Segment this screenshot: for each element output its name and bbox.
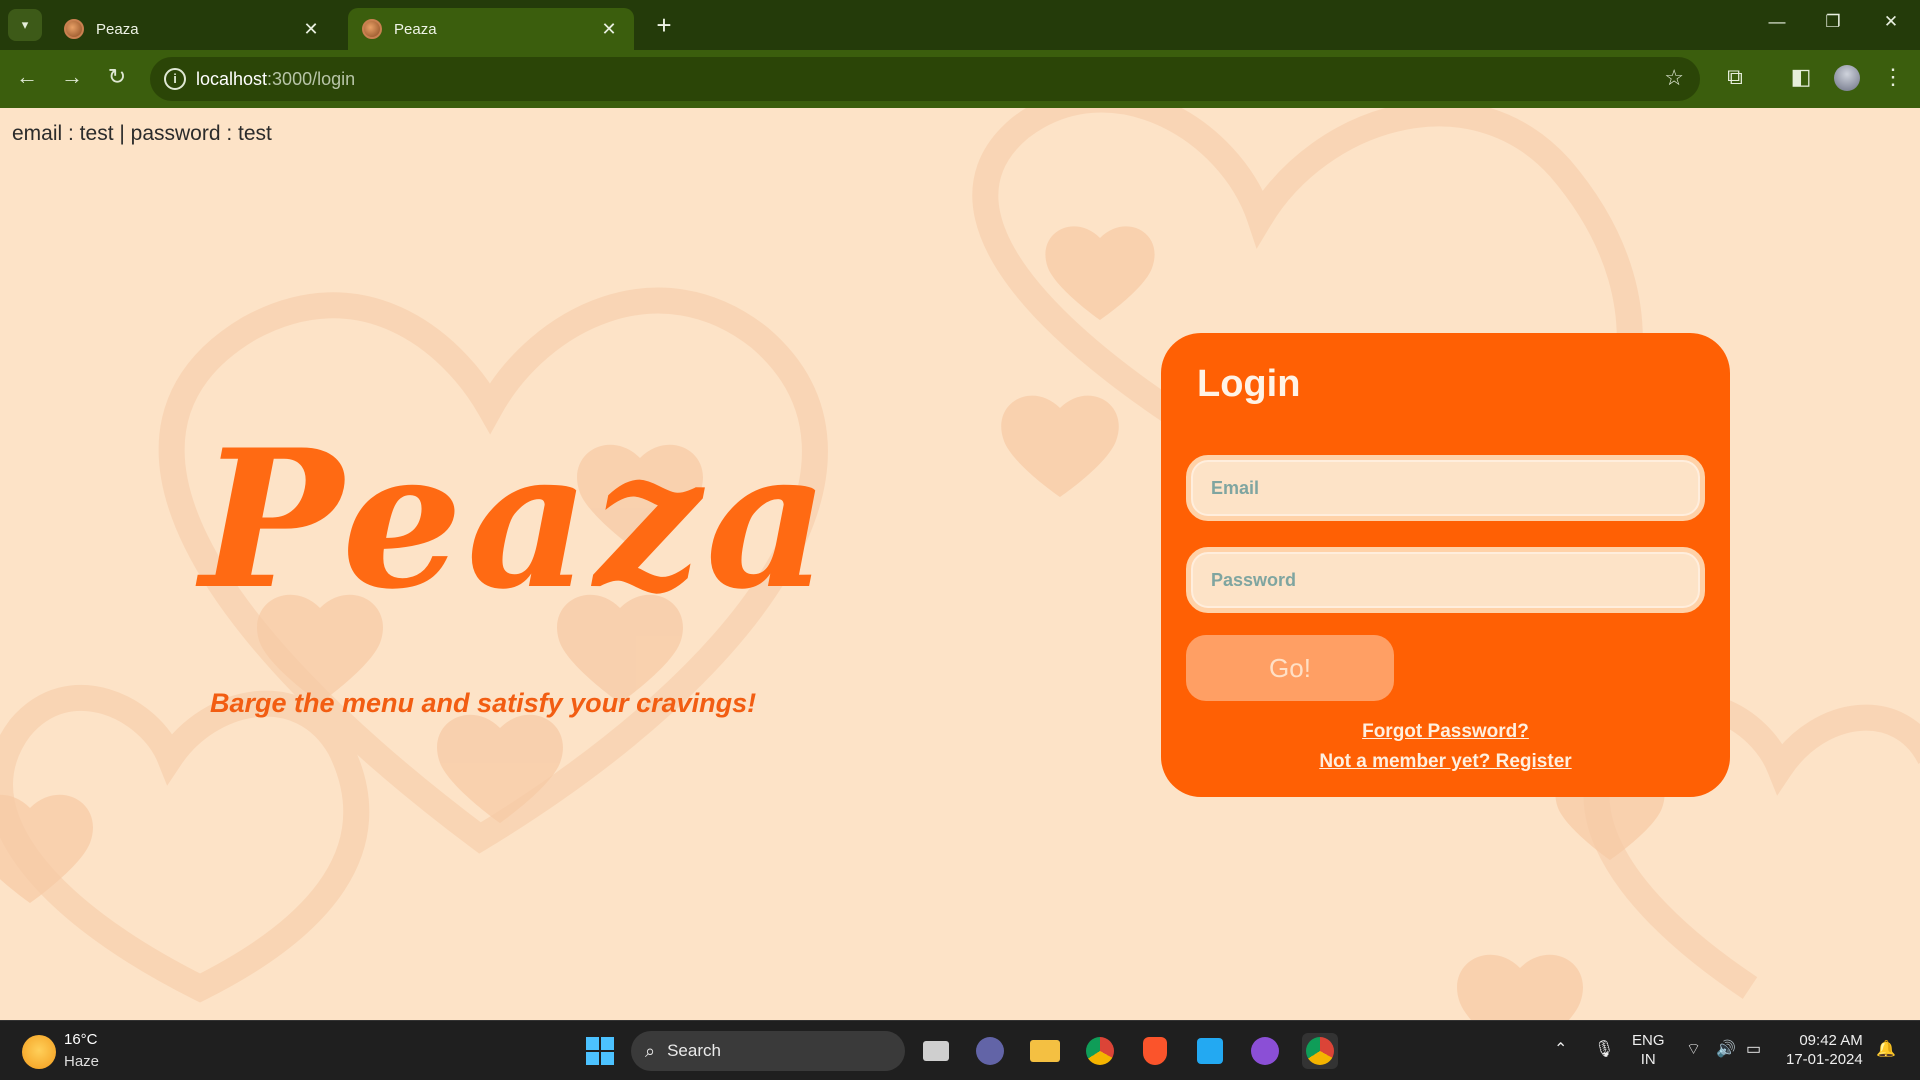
forgot-password-link[interactable]: Forgot Password? — [1161, 721, 1730, 743]
clock-time: 09:42 AM — [1799, 1032, 1863, 1049]
register-link[interactable]: Not a member yet? Register — [1161, 751, 1730, 773]
reload-icon[interactable]: ↻ — [102, 64, 132, 90]
login-card: Login Go! Forgot Password? Not a member … — [1161, 333, 1730, 797]
system-clock[interactable]: 09:42 AM 17-01-2024 — [1786, 1031, 1863, 1069]
url-path: :3000/login — [267, 69, 356, 89]
address-bar[interactable]: i localhost:3000/login ☆ — [150, 57, 1700, 101]
tab-title: Peaza — [96, 20, 139, 38]
site-info-icon[interactable]: i — [164, 68, 186, 90]
close-window-icon[interactable]: ✕ — [1876, 12, 1906, 32]
extensions-icon[interactable]: ⧉ — [1720, 64, 1750, 90]
email-input[interactable] — [1191, 460, 1700, 516]
notifications-bell-icon[interactable]: 🔔 — [1876, 1039, 1896, 1059]
weather-temperature[interactable]: 16°C — [64, 1031, 98, 1048]
peaza-favicon-icon — [362, 19, 382, 39]
show-hidden-icons-icon[interactable]: ⌃ — [1554, 1039, 1567, 1059]
forward-icon[interactable]: → — [57, 64, 87, 90]
restore-icon[interactable]: ❐ — [1818, 12, 1848, 32]
browser-tab[interactable]: Peaza ✕ — [50, 8, 336, 50]
close-tab-icon[interactable]: ✕ — [300, 19, 322, 40]
region-code: IN — [1640, 1051, 1656, 1068]
url-text[interactable]: localhost:3000/login — [196, 69, 355, 90]
url-host: localhost — [196, 69, 268, 89]
email-field-container — [1186, 455, 1705, 521]
tab-search-dropdown-icon[interactable]: ▾ — [8, 9, 42, 41]
language-indicator[interactable]: ENG IN — [1632, 1031, 1665, 1069]
login-title: Login — [1197, 363, 1301, 405]
vscode-icon[interactable] — [1192, 1033, 1228, 1069]
bookmark-star-icon[interactable]: ☆ — [1664, 65, 1684, 91]
chrome-icon[interactable] — [1082, 1033, 1118, 1069]
brave-browser-icon[interactable] — [1137, 1033, 1173, 1069]
minimize-icon[interactable]: — — [1762, 12, 1792, 32]
weather-haze-icon[interactable] — [22, 1035, 56, 1069]
search-label: Search — [667, 1041, 721, 1060]
taskbar-search[interactable]: ⌕ Search — [631, 1031, 905, 1071]
password-field-container — [1186, 547, 1705, 613]
browser-tab-active[interactable]: Peaza ✕ — [348, 8, 634, 50]
task-view-icon[interactable] — [918, 1033, 954, 1069]
profile-avatar[interactable] — [1834, 65, 1860, 91]
search-icon: ⌕ — [645, 1040, 656, 1061]
battery-icon[interactable]: ▭ — [1746, 1039, 1761, 1059]
teams-meet-icon[interactable] — [972, 1033, 1008, 1069]
microphone-icon[interactable]: 🎙 — [1594, 1039, 1614, 1059]
github-desktop-icon[interactable] — [1247, 1033, 1283, 1069]
chrome-menu-icon[interactable]: ⋮ — [1878, 64, 1908, 90]
back-icon[interactable]: ← — [12, 64, 42, 90]
language-code: ENG — [1632, 1032, 1665, 1049]
browser-toolbar: ← → ↻ i localhost:3000/login ☆ ⧉ ◧ ⋮ — [0, 50, 1920, 108]
password-input[interactable] — [1191, 552, 1700, 608]
tagline: Barge the menu and satisfy your cravings… — [210, 688, 757, 718]
windows-taskbar: 16°C Haze ⌕ Search ⌃ 🎙 ENG IN ⌔ 🔊 ▭ 09:4… — [0, 1020, 1920, 1080]
chrome-profile-icon[interactable] — [1302, 1033, 1338, 1069]
close-tab-icon[interactable]: ✕ — [598, 19, 620, 40]
clock-date: 17-01-2024 — [1786, 1051, 1863, 1068]
browser-tab-strip: ▾ Peaza ✕ Peaza ✕ + — ❐ ✕ — [0, 0, 1920, 50]
file-explorer-icon[interactable] — [1027, 1033, 1063, 1069]
credentials-hint: email : test | password : test — [12, 122, 272, 145]
windows-start-icon[interactable] — [582, 1033, 618, 1069]
peaza-logo: Peaza — [200, 408, 833, 631]
tab-title: Peaza — [394, 20, 437, 38]
weather-condition[interactable]: Haze — [64, 1053, 99, 1070]
go-button[interactable]: Go! — [1186, 635, 1394, 701]
side-panel-icon[interactable]: ◧ — [1786, 64, 1816, 90]
volume-icon[interactable]: 🔊 — [1716, 1039, 1736, 1059]
peaza-favicon-icon — [64, 19, 84, 39]
page-content: email : test | password : test Peaza Bar… — [0, 108, 1920, 1020]
wifi-icon[interactable]: ⌔ — [1686, 1039, 1701, 1059]
new-tab-button[interactable]: + — [650, 11, 678, 39]
